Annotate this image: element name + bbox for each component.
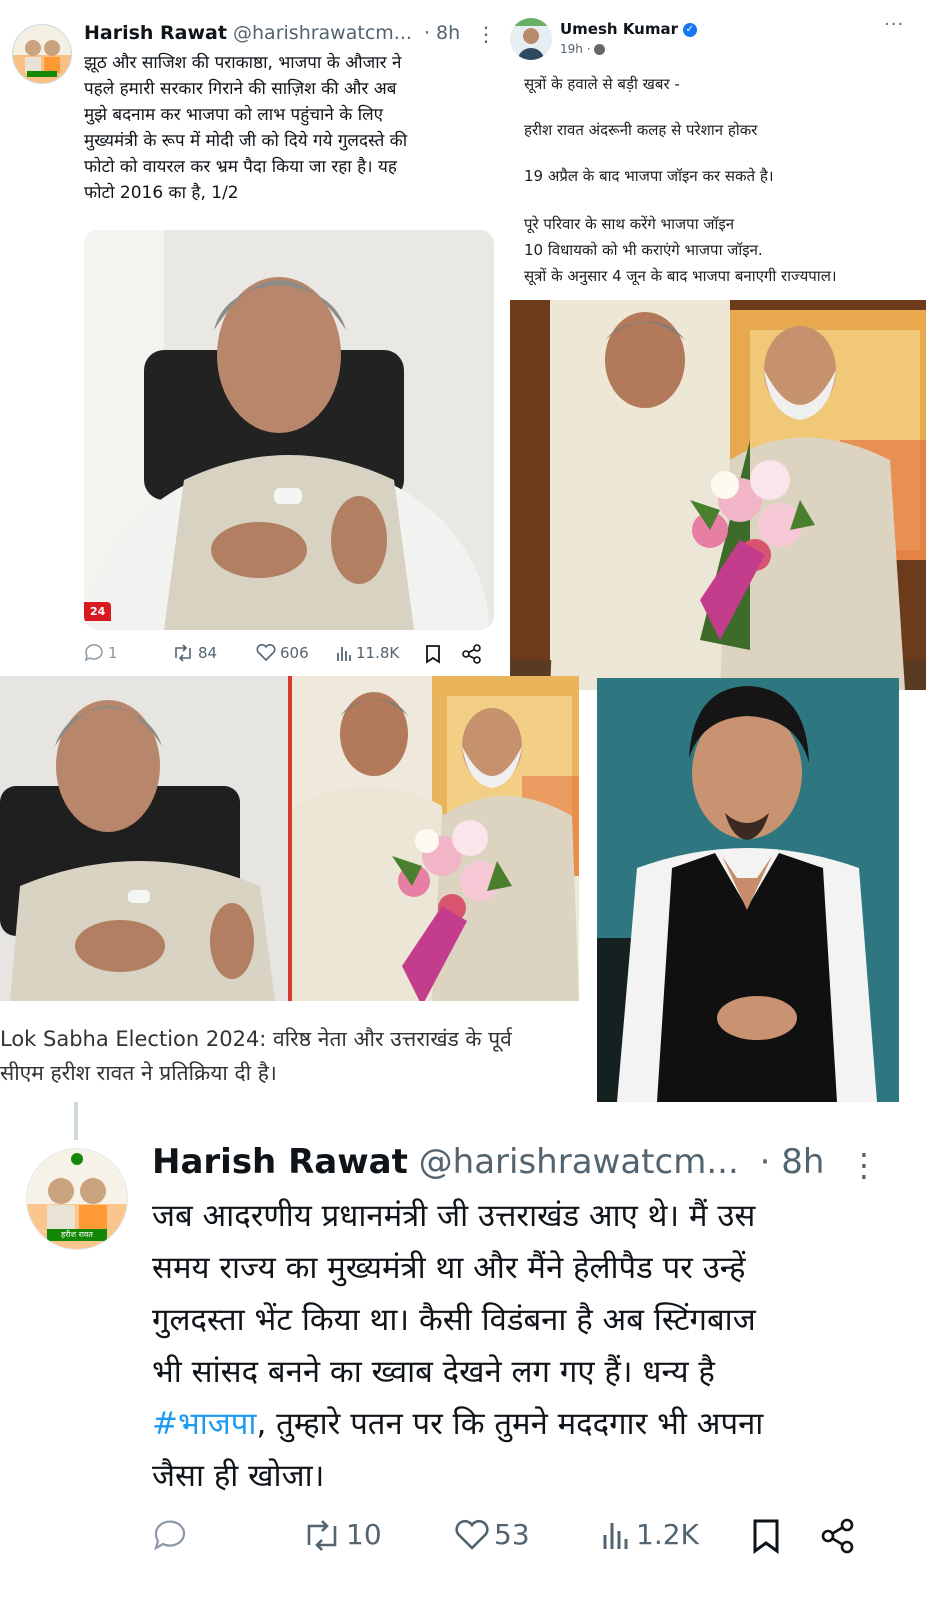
tweet-text-line: झूठ और साजिश की पराकाष्ठा, भाजपा के औजार…	[84, 53, 402, 73]
news-caption-line: Lok Sabha Election 2024: वरिष्ठ नेता और …	[0, 1027, 512, 1051]
retweet-count: 84	[198, 644, 218, 662]
bookmark-icon[interactable]	[750, 1518, 782, 1561]
fb-post-line: 10 विधायको को भी कराएंगे भाजपा जॉइन.	[524, 241, 763, 259]
tweet-text-line: फोटो को वायरल कर भ्रम पैदा किया जा रहा ह…	[84, 157, 397, 177]
tweet-text-line: #भाजपा, तुम्हारे पतन पर कि तुमने मददगार …	[152, 1398, 912, 1450]
author-avatar[interactable]	[12, 24, 72, 84]
fb-post-time[interactable]: 19h ·	[560, 42, 591, 56]
tweet-text-line: पहले हमारी सरकार गिराने की साज़िश की और …	[84, 79, 397, 99]
like-count: 53	[494, 1518, 530, 1551]
tweet-text-segment: , तुम्हारे पतन पर कि तुमने मददगार भी अपन…	[256, 1406, 764, 1442]
reply-button[interactable]: 1	[84, 644, 118, 662]
fb-more-icon[interactable]: ···	[884, 14, 904, 35]
views-count: 11.8K	[356, 644, 400, 662]
retweet-icon	[175, 644, 191, 662]
news-photo-speaking[interactable]	[0, 676, 288, 1001]
reply-button[interactable]	[152, 1520, 188, 1559]
reply-icon	[84, 644, 103, 662]
tweet-actions: 1 84 606 11.8K	[84, 644, 494, 668]
tweet-text: जब आदरणीय प्रधानमंत्री जी उत्तराखंड आए थ…	[152, 1190, 912, 1502]
share-icon[interactable]	[820, 1518, 856, 1561]
tweet-text-line: मुख्यमंत्री के रूप में मोदी जी को दिये ग…	[84, 131, 408, 151]
verified-badge-icon: ✓	[682, 22, 697, 37]
like-button[interactable]: 606	[256, 644, 309, 662]
heart-icon	[455, 1519, 489, 1550]
author-name[interactable]: Harish Rawat	[152, 1142, 408, 1182]
views-icon	[337, 647, 351, 661]
views-count: 1.2K	[636, 1518, 699, 1551]
like-button[interactable]: 53	[454, 1518, 530, 1551]
more-options-icon[interactable]: ⋮	[848, 1146, 880, 1184]
retweet-button[interactable]: 10	[302, 1518, 382, 1551]
tweet-actions: 10 53 1.2K	[152, 1518, 892, 1558]
fb-post-line: 19 अप्रैल के बाद भाजपा जॉइन कर सकते है।	[524, 167, 774, 185]
retweet-icon	[307, 1519, 337, 1551]
avatar-caption: हरीश रावत	[61, 1230, 93, 1239]
views-button[interactable]: 1.2K	[602, 1518, 699, 1551]
views-button[interactable]: 11.8K	[336, 644, 399, 662]
fb-author-name[interactable]: Umesh Kumar	[560, 20, 678, 38]
retweet-button[interactable]: 84	[172, 644, 217, 662]
tweet-photo[interactable]: 24	[84, 230, 494, 630]
hashtag-link[interactable]: #भाजपा	[152, 1406, 256, 1442]
news-caption-line: सीएम हरीश रावत ने प्रतिक्रिया दी है।	[0, 1061, 277, 1085]
reply-count: 1	[108, 644, 118, 662]
reply-icon	[154, 1520, 186, 1551]
author-avatar[interactable]: हरीश रावत	[26, 1148, 128, 1250]
views-icon	[603, 1522, 628, 1549]
tweet-time[interactable]: · 8h	[760, 1142, 825, 1182]
tweet-text-line: समय राज्य का मुख्यमंत्री था और मैंने हेल…	[152, 1250, 746, 1286]
fb-post-photo[interactable]	[510, 300, 926, 690]
tweet-time[interactable]: · 8h	[424, 22, 460, 44]
news-caption: Lok Sabha Election 2024: वरिष्ठ नेता और …	[0, 1022, 590, 1090]
top-tweet: Harish Rawat @harishrawatcm... · 8h ⋮ झू…	[0, 0, 500, 680]
channel-logo-text: 24	[90, 605, 106, 618]
fb-avatar[interactable]	[510, 18, 552, 60]
tweet-text-line: जैसा ही खोजा।	[152, 1458, 325, 1494]
fb-post-line: पूरे परिवार के साथ करेंगे भाजपा जॉइन	[524, 215, 735, 233]
heart-icon	[256, 644, 276, 662]
fb-post-line: हरीश रावत अंदरूनी कलह से परेशान होकर	[524, 121, 758, 139]
bookmark-icon[interactable]	[424, 644, 442, 668]
retweet-count: 10	[346, 1518, 382, 1551]
portrait-photo[interactable]	[597, 678, 899, 1102]
author-handle[interactable]: @harishrawatcm...	[233, 22, 412, 44]
tweet-text-line: फोटो 2016 का है, 1/2	[84, 183, 239, 203]
tweet-text-line: मुझे बदनाम कर भाजपा को लाभ पहुंचाने के ल…	[84, 105, 384, 125]
share-icon[interactable]	[462, 644, 482, 668]
like-count: 606	[280, 644, 309, 662]
tweet-text: झूठ और साजिश की पराकाष्ठा, भाजपा के औजार…	[84, 50, 484, 206]
author-name[interactable]: Harish Rawat	[84, 22, 227, 44]
channel-logo: 24	[84, 602, 112, 621]
globe-icon	[594, 44, 606, 55]
author-handle[interactable]: @harishrawatcm...	[419, 1142, 739, 1182]
news-photo-bouquet[interactable]	[292, 676, 579, 1001]
more-options-icon[interactable]: ⋮	[476, 22, 496, 46]
thread-line	[74, 1102, 78, 1140]
fb-post-line: सूत्रों के हवाले से बड़ी खबर -	[524, 75, 680, 93]
tweet-text-line: गुलदस्ता भेंट किया था। कैसी विडंबना है अ…	[152, 1302, 756, 1338]
fb-post-line: सूत्रों के अनुसार 4 जून के बाद भाजपा बना…	[524, 267, 837, 285]
tweet-text-line: जब आदरणीय प्रधानमंत्री जी उत्तराखंड आए थ…	[152, 1198, 756, 1234]
tweet-text-line: भी सांसद बनने का ख्वाब देखने लग गए हैं। …	[152, 1354, 715, 1390]
